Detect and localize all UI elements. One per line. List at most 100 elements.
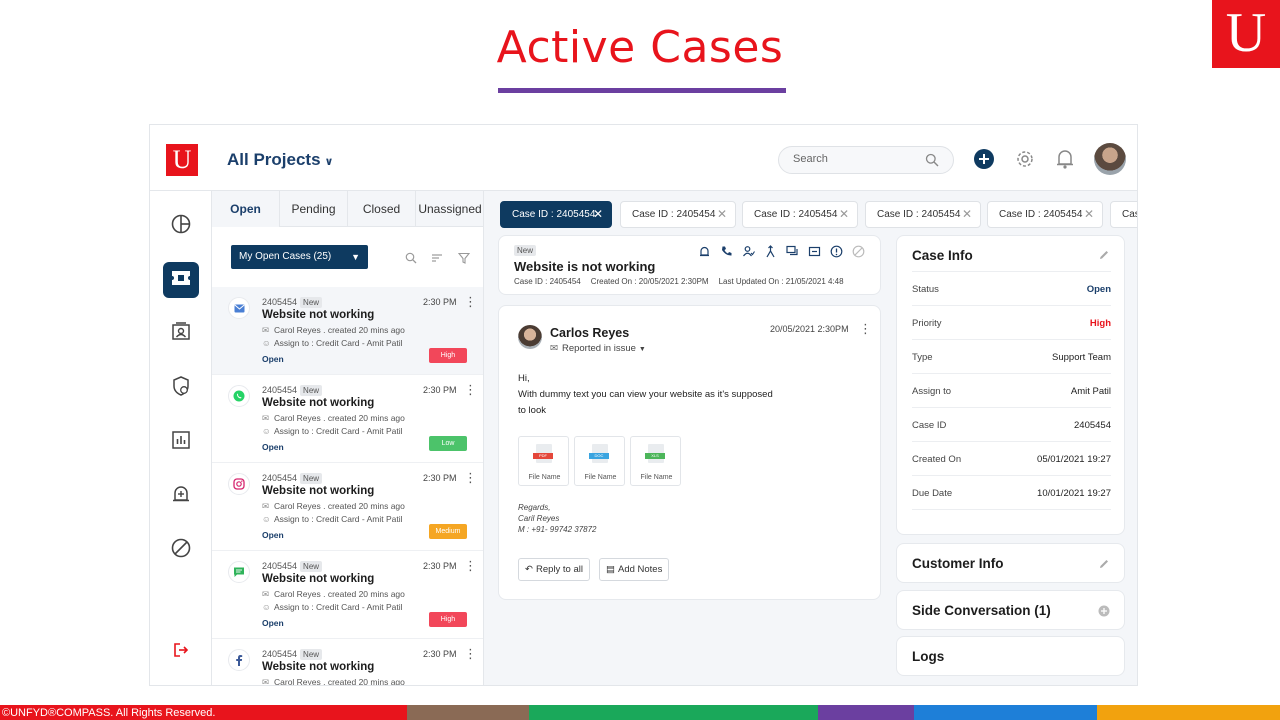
new-badge: New (300, 297, 323, 308)
app-logo[interactable]: U (166, 144, 198, 176)
pie-chart-icon (170, 213, 192, 240)
tab-open[interactable]: Open (212, 191, 280, 227)
bell-icon[interactable] (1055, 148, 1075, 175)
more-options-icon[interactable]: ⋮ (464, 471, 477, 484)
rail-dashboard[interactable] (163, 208, 199, 244)
sender-avatar (518, 325, 542, 349)
gear-icon[interactable] (1014, 148, 1036, 175)
rail-cases[interactable] (163, 262, 199, 298)
case-tab[interactable]: Case ID : 2405454 ✕ (742, 201, 858, 228)
user-avatar[interactable] (1094, 143, 1126, 175)
case-tab[interactable]: Case ID : 2405454 ✕ (620, 201, 736, 228)
message-time: 20/05/2021 2:30PM (770, 324, 849, 334)
add-alert-icon[interactable] (696, 243, 713, 260)
footer-segment (1097, 705, 1280, 720)
case-time: 2:30 PM (423, 473, 457, 483)
alert-icon[interactable] (828, 243, 845, 260)
case-status: Open (262, 442, 284, 452)
phone-icon[interactable] (718, 243, 735, 260)
case-time: 2:30 PM (423, 649, 457, 659)
logs-card[interactable]: Logs (896, 636, 1125, 676)
pencil-icon[interactable] (1098, 557, 1110, 575)
shield-icon (170, 375, 192, 402)
case-filter-select[interactable]: My Open Cases (25) ▼ (231, 245, 368, 269)
search-input[interactable] (793, 153, 913, 165)
filter-icon[interactable] (457, 251, 471, 269)
pencil-icon[interactable] (1098, 248, 1110, 266)
signature: Regards, Caril Reyes M : +91- 99742 3787… (518, 503, 597, 534)
tab-closed[interactable]: Closed (348, 191, 416, 227)
mail-icon: ✉ (262, 589, 270, 599)
case-tab[interactable]: Case ID : 2405454 ✕ (500, 201, 612, 228)
rail-logout[interactable] (163, 634, 199, 670)
case-status: Open (262, 354, 284, 364)
more-options-icon[interactable]: ⋮ (464, 295, 477, 308)
chat-icon (228, 561, 250, 583)
case-tab[interactable]: Case ID : 2405454 ✕ (865, 201, 981, 228)
ticket-transfer-icon[interactable] (806, 243, 823, 260)
case-card[interactable]: 2405454 New Website not working ✉ Carol Re… (212, 375, 483, 463)
priority-badge: High (429, 348, 467, 363)
info-row-case-id: Case ID 2405454 (912, 408, 1111, 442)
case-time: 2:30 PM (423, 297, 457, 307)
rail-blocked[interactable] (163, 532, 199, 568)
close-icon: ✕ (961, 207, 972, 221)
more-options-icon[interactable]: ⋮ (464, 383, 477, 396)
case-header-meta: Case ID : 2405454 Created On : 20/05/2021… (514, 277, 844, 286)
brand-logo: U (1212, 0, 1280, 68)
case-card[interactable]: 2405454 New Website not working ✉ Carol Re… (212, 287, 483, 375)
list-search-icon[interactable] (405, 251, 417, 269)
conversation-icon[interactable] (784, 243, 801, 260)
reply-icon: ↶ (525, 564, 533, 575)
merge-icon[interactable] (762, 243, 779, 260)
case-tabs-strip: Case ID : 2405454 ✕ Case ID : 2405454 ✕ Ca… (484, 191, 1137, 233)
close-icon: ✕ (1083, 207, 1094, 221)
rail-security[interactable] (163, 370, 199, 406)
assign-user-icon[interactable] (740, 243, 757, 260)
reply-all-button[interactable]: ↶ Reply to all (518, 558, 590, 581)
attachment[interactable]: DOC File Name (574, 436, 625, 486)
more-options-icon[interactable]: ⋮ (464, 647, 477, 660)
case-card[interactable]: 2405454 New Website not working ✉ Carol Re… (212, 551, 483, 639)
project-selector[interactable]: All Projects ∨ (227, 150, 333, 170)
customer-info-card[interactable]: Customer Info (896, 543, 1125, 583)
tab-unassigned[interactable]: Unassigned (416, 191, 483, 227)
whatsapp-icon (228, 385, 250, 407)
rail-reports[interactable] (163, 424, 199, 460)
more-options-icon[interactable]: ⋮ (464, 559, 477, 572)
notes-icon: ▤ (606, 564, 615, 575)
rail-contacts[interactable] (163, 316, 199, 352)
priority-badge: Medium (429, 524, 467, 539)
info-row-priority: Priority High (912, 306, 1111, 340)
case-tab[interactable]: Case ID : 2405454 ✕ (987, 201, 1103, 228)
search-icon[interactable] (925, 153, 939, 172)
new-badge: New (300, 385, 323, 396)
new-badge: New (514, 245, 537, 256)
caret-down-icon: ▼ (351, 252, 360, 262)
sender-subtitle[interactable]: ✉ Reported in issue ▼ (550, 343, 646, 354)
rail-alerts[interactable] (163, 478, 199, 514)
filter-select-label: My Open Cases (25) (239, 251, 332, 262)
priority-badge: Low (429, 436, 467, 451)
case-created: ✉ Carol Reyes . created 20 mins ago (262, 589, 405, 599)
logs-title: Logs (912, 649, 945, 664)
case-actions (696, 243, 867, 260)
case-card[interactable]: 2405454 New Website not working ✉ Carol Re… (212, 639, 483, 685)
case-card[interactable]: 2405454 New Website not working ✉ Carol Re… (212, 463, 483, 551)
add-circle-icon[interactable] (1098, 604, 1110, 622)
add-notes-button[interactable]: ▤ Add Notes (599, 558, 670, 581)
block-icon[interactable] (850, 243, 867, 260)
attachment[interactable]: XLS File Name (630, 436, 681, 486)
search-box[interactable] (778, 146, 954, 174)
chevron-down-icon: ∨ (324, 156, 334, 168)
sort-icon[interactable] (431, 251, 443, 269)
tab-pending[interactable]: Pending (280, 191, 348, 227)
info-row-due-date: Due Date 10/01/2021 19:27 (912, 476, 1111, 510)
attachment[interactable]: PDF File Name (518, 436, 569, 486)
side-conversation-card[interactable]: Side Conversation (1) (896, 590, 1125, 630)
slide: Active Cases U U All Projects ∨ Search O… (0, 0, 1280, 720)
case-tab[interactable]: Cas (1110, 201, 1137, 228)
more-options-icon[interactable]: ⋮ (859, 322, 872, 335)
add-icon[interactable] (974, 149, 994, 174)
case-created: ✉ Carol Reyes . created 20 mins ago (262, 325, 405, 335)
